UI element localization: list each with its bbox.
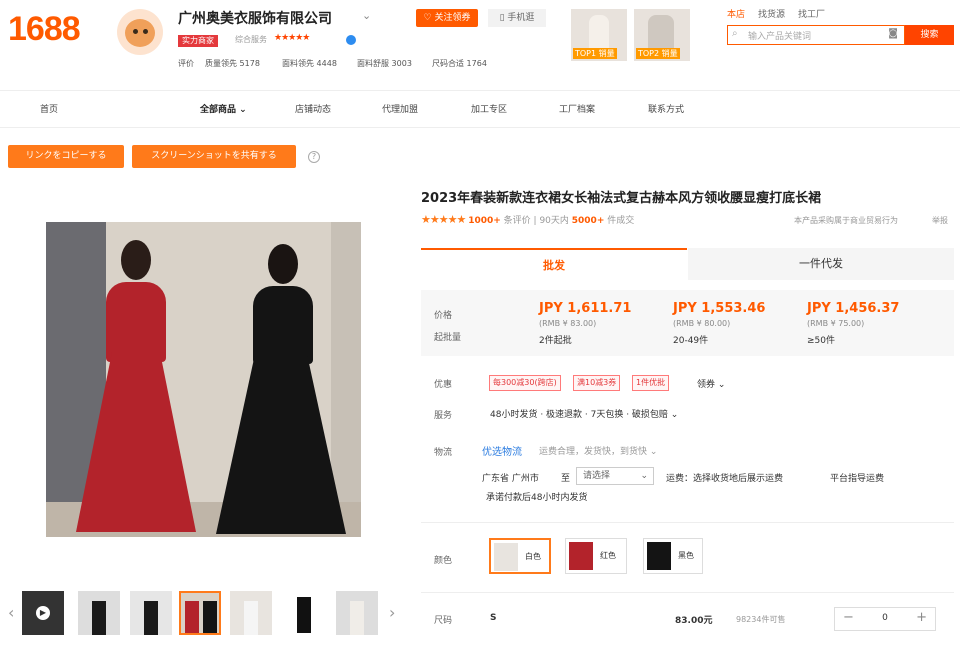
search-input[interactable]: 输入产品关键词	[748, 29, 811, 42]
platform-freight[interactable]: 平台指导运费	[830, 471, 884, 484]
help-icon[interactable]: ?	[308, 151, 320, 163]
logistics-label: 物流	[434, 448, 453, 458]
rating-stars: ★★★★★	[421, 213, 466, 226]
review-count[interactable]: 1000+	[468, 216, 501, 226]
quantity-stepper[interactable]: − 0 +	[834, 607, 936, 631]
promo-label: 优惠	[434, 380, 453, 390]
thumbnail-strip: ‹ ▶ ›	[0, 585, 408, 641]
nav-agent[interactable]: 代理加盟	[382, 102, 418, 115]
freight-note: 运费：选择收货地后展示运费	[666, 474, 784, 484]
nav-home[interactable]: 首页	[40, 102, 58, 115]
price-tier-2: JPY 1,553.46 (RMB ¥ 80.00) 20-49件	[673, 301, 766, 346]
link-this-shop[interactable]: 本店	[727, 7, 745, 20]
nav-news[interactable]: 店铺动态	[295, 102, 331, 115]
service-stars: ★★★★★	[274, 33, 310, 43]
service-grade-label: 综合服务	[235, 35, 267, 44]
power-merchant-badge: 实力商家	[178, 35, 218, 47]
tab-wholesale[interactable]: 批发	[421, 248, 687, 280]
thumbnail[interactable]	[130, 591, 172, 635]
top-product-1[interactable]: TOP1 销量	[571, 9, 627, 61]
rating-label: 评价	[178, 59, 194, 68]
thumbnail[interactable]	[283, 591, 325, 635]
purchase-tabs: 批发 一件代发	[421, 248, 954, 280]
size-value: S	[490, 613, 497, 623]
tab-dropship[interactable]: 一件代发	[688, 248, 954, 280]
moq-label: 起批量	[434, 333, 462, 343]
logistics-brand: 优选物流	[482, 447, 522, 458]
search-icon: ⌕	[732, 28, 738, 39]
shop-nav: 首页 全部商品 ⌄ 店铺动态 代理加盟 加工专区 工厂档案 联系方式	[0, 90, 960, 128]
nav-all-products[interactable]: 全部商品 ⌄	[200, 102, 247, 115]
coupon[interactable]: 满10减3券	[573, 375, 621, 391]
coupon[interactable]: 每300减30(跨店)	[489, 375, 561, 391]
share-screenshot-button[interactable]: スクリーンショットを共有する	[132, 145, 296, 168]
thumbnail[interactable]	[230, 591, 272, 635]
destination-select[interactable]: 请选择 ⌄	[576, 467, 654, 485]
mobile-view-button[interactable]: ▯ 手机逛	[488, 9, 546, 27]
to-label: 至	[561, 474, 571, 484]
camera-icon[interactable]: ◙	[888, 28, 898, 39]
rating-size: 尺码合适 1764	[432, 59, 487, 68]
service-label: 服务	[434, 411, 453, 421]
chevron-down-icon[interactable]: ⌄	[362, 9, 371, 22]
stock: 98234件可售	[736, 615, 786, 624]
link-find-source[interactable]: 找货源	[758, 7, 785, 20]
follow-button[interactable]: ♡ 关注领券	[416, 9, 478, 27]
divider	[421, 522, 954, 523]
get-coupon-link[interactable]: 领券 ⌄	[697, 377, 725, 390]
coupon[interactable]: 1件优批	[632, 375, 670, 391]
shop-name[interactable]: 广州奥美衣服饰有限公司	[178, 8, 332, 28]
price-tier-1: JPY 1,611.71 (RMB ¥ 83.00) 2件起批	[539, 301, 632, 346]
chevron-down-icon: ⌄	[239, 105, 247, 115]
color-option-white[interactable]: 白色	[489, 538, 551, 574]
product-meta: ★★★★★ 1000+ 条评价 | 90天内 5000+ 件成交	[421, 213, 635, 226]
ship-promise: 承诺付款后48小时内发货	[486, 493, 588, 503]
size-label: 尺码	[434, 616, 453, 626]
sold-count: 5000+	[571, 216, 605, 226]
color-option-black[interactable]: 黑色	[643, 538, 703, 574]
copy-link-button[interactable]: リンクをコピーする	[8, 145, 124, 168]
report-link[interactable]: 举报	[932, 215, 948, 226]
site-logo[interactable]: 1688	[8, 10, 81, 49]
trade-note: 本产品采购属于商业贸易行为	[794, 216, 898, 225]
rating-comfort: 面料舒服 3003	[357, 59, 412, 68]
link-find-factory[interactable]: 找工厂	[798, 7, 825, 20]
price-tier-3: JPY 1,456.37 (RMB ¥ 75.00) ≥50件	[807, 301, 900, 346]
main-product-image[interactable]	[46, 222, 361, 537]
thumbnail-selected[interactable]	[179, 591, 221, 635]
thumbnail-video[interactable]: ▶	[22, 591, 64, 635]
nav-contact[interactable]: 联系方式	[648, 102, 684, 115]
color-option-red[interactable]: 红色	[565, 538, 627, 574]
thumbnail[interactable]	[336, 591, 378, 635]
plus-button[interactable]: +	[916, 610, 927, 625]
play-icon: ▶	[36, 606, 50, 620]
product-title: 2023年春装新款连衣裙女长袖法式复古赫本风方领收腰显瘦打底长裙	[421, 191, 822, 206]
logistics-desc[interactable]: 运费合理，发货快，到货快 ⌄	[539, 444, 657, 457]
shop-avatar[interactable]	[117, 9, 163, 55]
verified-icon	[346, 35, 356, 45]
next-arrow-icon[interactable]: ›	[389, 603, 395, 622]
search-button[interactable]: 搜索	[905, 25, 954, 45]
origin: 广东省 广州市	[482, 474, 539, 484]
shop-header: 1688 广州奥美衣服饰有限公司 ⌄ ♡ 关注领券 ▯ 手机逛 实力商家 综合服…	[0, 0, 960, 90]
nav-processing[interactable]: 加工专区	[471, 102, 507, 115]
prev-arrow-icon[interactable]: ‹	[8, 603, 14, 622]
chevron-down-icon: ⌄	[640, 471, 648, 481]
size-price: 83.00元	[675, 616, 713, 626]
top-product-2[interactable]: TOP2 销量	[634, 9, 690, 61]
rating-fabric: 面料领先 4448	[282, 59, 337, 68]
price-label: 价格	[434, 311, 453, 321]
nav-factory[interactable]: 工厂档案	[559, 102, 595, 115]
search-box[interactable]: ⌕ 输入产品关键词 ◙	[727, 25, 905, 45]
service-text[interactable]: 48小时发货 · 极速退款 · 7天包换 · 破损包赔 ⌄	[490, 407, 678, 420]
rating-quality: 质量领先 5178	[205, 59, 260, 68]
divider	[421, 592, 954, 593]
price-box: 价格 起批量 JPY 1,611.71 (RMB ¥ 83.00) 2件起批 J…	[421, 290, 954, 356]
color-label: 颜色	[434, 556, 453, 566]
thumbnail[interactable]	[78, 591, 120, 635]
